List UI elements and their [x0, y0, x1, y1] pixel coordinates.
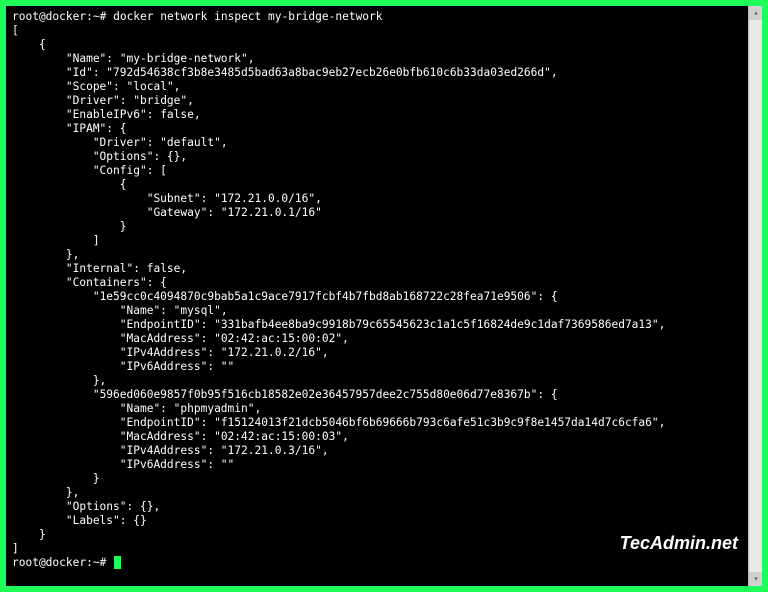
json-line: "IPv4Address": "172.21.0.2/16",	[12, 346, 740, 360]
prompt-user-host: root@docker	[12, 10, 86, 23]
json-line: "IPv6Address": ""	[12, 458, 740, 472]
terminal-content: root@docker:~# docker network inspect my…	[12, 10, 756, 570]
json-line: "IPv6Address": ""	[12, 360, 740, 374]
scroll-up-arrow-icon[interactable]: ▴	[749, 6, 762, 20]
json-line: }	[12, 472, 740, 486]
json-line: },	[12, 248, 740, 262]
json-line: "Scope": "local",	[12, 80, 740, 94]
json-line: "Options": {},	[12, 150, 740, 164]
json-line: "596ed060e9857f0b95f516cb18582e02e364579…	[12, 388, 740, 402]
json-line: "MacAddress": "02:42:ac:15:00:02",	[12, 332, 740, 346]
json-line: },	[12, 374, 740, 388]
cursor-block	[114, 556, 121, 569]
json-line: "Gateway": "172.21.0.1/16"	[12, 206, 740, 220]
watermark-text: TecAdmin.net	[620, 536, 738, 550]
json-line: },	[12, 486, 740, 500]
json-line: "EndpointID": "331bafb4ee8ba9c9918b79c65…	[12, 318, 740, 332]
json-line: "Id": "792d54638cf3b8e3485d5bad63a8bac9e…	[12, 66, 740, 80]
json-line: {	[12, 38, 740, 52]
json-line: }	[12, 220, 740, 234]
json-line: "Config": [	[12, 164, 740, 178]
json-line: "Driver": "bridge",	[12, 94, 740, 108]
prompt-line-1: root@docker:~# docker network inspect my…	[12, 10, 740, 24]
json-line: "Name": "phpmyadmin",	[12, 402, 740, 416]
json-line: "IPv4Address": "172.21.0.3/16",	[12, 444, 740, 458]
json-line: "Subnet": "172.21.0.0/16",	[12, 192, 740, 206]
json-line: "MacAddress": "02:42:ac:15:00:03",	[12, 430, 740, 444]
json-line: "1e59cc0c4094870c9bab5a1c9ace7917fcbf4b7…	[12, 290, 740, 304]
json-line: "IPAM": {	[12, 122, 740, 136]
terminal-window[interactable]: root@docker:~# docker network inspect my…	[6, 6, 762, 586]
json-line: "Options": {},	[12, 500, 740, 514]
json-line: "Labels": {}	[12, 514, 740, 528]
json-line: "Name": "my-bridge-network",	[12, 52, 740, 66]
json-line: "Containers": {	[12, 276, 740, 290]
json-line: "Name": "mysql",	[12, 304, 740, 318]
scroll-down-arrow-icon[interactable]: ▾	[749, 572, 762, 586]
json-line: "Internal": false,	[12, 262, 740, 276]
json-line: ]	[12, 234, 740, 248]
json-line: "EndpointID": "f15124013f21dcb5046bf6b69…	[12, 416, 740, 430]
command-text: docker network inspect my-bridge-network	[113, 10, 382, 23]
output-open-bracket: [	[12, 24, 740, 38]
json-line: {	[12, 178, 740, 192]
json-line: "Driver": "default",	[12, 136, 740, 150]
scrollbar[interactable]: ▴ ▾	[748, 6, 762, 586]
json-line: "EnableIPv6": false,	[12, 108, 740, 122]
prompt-line-2[interactable]: root@docker:~#	[12, 556, 740, 570]
